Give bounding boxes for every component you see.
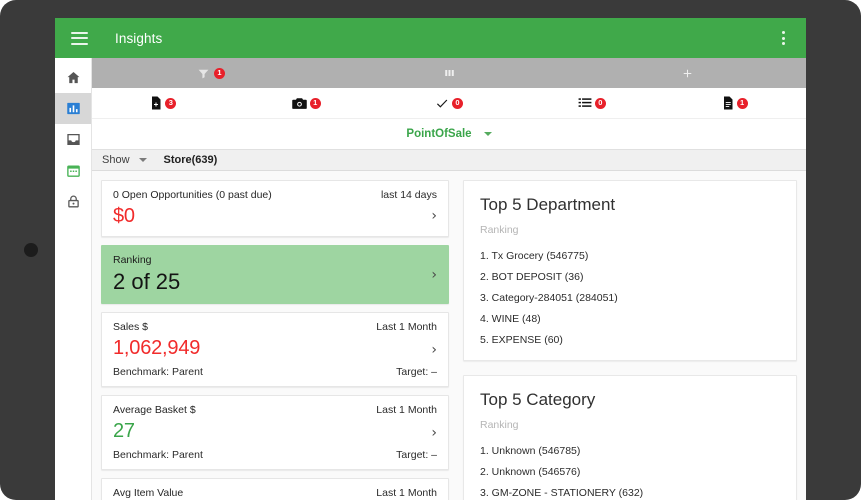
toolbar-add-button[interactable] bbox=[568, 58, 806, 88]
metrics-column: 0 Open Opportunities (0 past due) last 1… bbox=[101, 180, 449, 500]
grey-toolbar: 1 bbox=[92, 58, 806, 88]
list-item: 2. BOT DEPOSIT (36) bbox=[480, 271, 584, 283]
nav-item-lock[interactable] bbox=[55, 186, 91, 217]
camera-button[interactable]: 1 bbox=[235, 88, 378, 118]
top5-subtitle: Ranking bbox=[480, 419, 519, 431]
document-add-icon bbox=[152, 96, 161, 110]
nav-item-insights[interactable] bbox=[55, 93, 91, 124]
point-of-sale-label[interactable]: PointOfSale bbox=[406, 128, 471, 140]
hamburger-menu-icon[interactable] bbox=[71, 31, 88, 45]
card-title: Sales $ bbox=[113, 321, 149, 333]
card-title: 0 Open Opportunities (0 past due) bbox=[113, 189, 272, 201]
white-toolbar: 3 1 0 0 1 bbox=[92, 88, 806, 119]
filter-bar: Show Store(639) bbox=[92, 149, 806, 171]
card-period: Last 1 Month bbox=[376, 487, 437, 499]
calendar-icon bbox=[66, 165, 80, 177]
list-badge: 0 bbox=[594, 97, 606, 109]
card-value: $0 bbox=[113, 205, 135, 227]
list-item: 5. EXPENSE (60) bbox=[480, 334, 563, 346]
list-item: 3. GM-ZONE - STATIONERY (632) bbox=[480, 487, 644, 499]
top5-list: 1. Tx Grocery (546775) 2. BOT DEPOSIT (3… bbox=[480, 250, 780, 346]
doc-add-button[interactable]: 3 bbox=[92, 88, 235, 118]
card-benchmark: Benchmark: Parent bbox=[113, 449, 203, 461]
card-value: 1,062,949 bbox=[113, 337, 201, 359]
plus-icon bbox=[683, 69, 691, 77]
chevron-right-icon[interactable]: › bbox=[431, 426, 437, 440]
home-icon bbox=[67, 72, 79, 84]
top5-category-card: Top 5 Category Ranking 1. Unknown (54678… bbox=[463, 375, 797, 500]
list-item: 1. Unknown (546785) bbox=[480, 445, 581, 457]
card-target: Target: – bbox=[396, 366, 437, 378]
nav-item-home[interactable] bbox=[55, 62, 91, 93]
check-badge: 0 bbox=[451, 97, 463, 109]
top5-title: Top 5 Category bbox=[480, 390, 596, 409]
filter-icon bbox=[198, 69, 209, 78]
top5-title: Top 5 Department bbox=[480, 195, 616, 214]
lock-icon bbox=[67, 195, 79, 208]
card-average-basket[interactable]: Average Basket $ Last 1 Month 27 Benchma… bbox=[101, 395, 449, 470]
card-sales[interactable]: Sales $ Last 1 Month 1,062,949 Benchmark… bbox=[101, 312, 449, 387]
document-button[interactable]: 1 bbox=[663, 88, 806, 118]
chevron-down-icon[interactable] bbox=[483, 132, 492, 136]
card-open-opportunities[interactable]: 0 Open Opportunities (0 past due) last 1… bbox=[101, 180, 449, 237]
list-button[interactable]: 0 bbox=[520, 88, 663, 118]
card-target: Target: – bbox=[396, 449, 437, 461]
bar-chart-icon bbox=[66, 102, 80, 115]
panes: 0 Open Opportunities (0 past due) last 1… bbox=[92, 171, 806, 500]
card-avg-item-value[interactable]: Avg Item Value Last 1 Month bbox=[101, 478, 449, 500]
card-period: Last 1 Month bbox=[376, 404, 437, 416]
nav-item-calendar[interactable] bbox=[55, 155, 91, 186]
top5-subtitle: Ranking bbox=[480, 224, 519, 236]
columns-icon bbox=[444, 70, 454, 76]
card-value: 2 of 25 bbox=[113, 269, 181, 294]
document-icon bbox=[723, 96, 733, 110]
list-item: 3. Category-284051 (284051) bbox=[480, 292, 618, 304]
check-button[interactable]: 0 bbox=[378, 88, 521, 118]
top5-column: Top 5 Department Ranking 1. Tx Grocery (… bbox=[463, 180, 797, 500]
toolbar-columns-button[interactable] bbox=[330, 58, 568, 88]
chevron-right-icon[interactable]: › bbox=[431, 343, 437, 357]
list-item: 4. WINE (48) bbox=[480, 313, 541, 325]
card-title: Average Basket $ bbox=[113, 404, 196, 416]
chevron-right-icon[interactable]: › bbox=[431, 268, 437, 282]
top5-department-card: Top 5 Department Ranking 1. Tx Grocery (… bbox=[463, 180, 797, 361]
doc-add-badge: 3 bbox=[165, 97, 177, 109]
tablet-device-frame: Insights 1 3 1 0 0 1 PointOfSale Show St… bbox=[0, 0, 861, 500]
device-camera bbox=[24, 243, 38, 257]
point-of-sale-selector[interactable]: PointOfSale bbox=[92, 119, 806, 149]
camera-badge: 1 bbox=[309, 97, 321, 109]
card-ranking[interactable]: Ranking 2 of 25 › bbox=[101, 245, 449, 304]
inbox-icon bbox=[66, 133, 80, 146]
store-label: Store(639) bbox=[163, 154, 218, 166]
app-title: Insights bbox=[115, 30, 163, 46]
list-item: 1. Tx Grocery (546775) bbox=[480, 250, 589, 262]
top5-list: 1. Unknown (546785) 2. Unknown (546576) … bbox=[480, 445, 780, 499]
toolbar-filter-button[interactable]: 1 bbox=[92, 58, 330, 88]
card-title: Avg Item Value bbox=[113, 487, 184, 499]
content-area: 1 3 1 0 0 1 PointOfSale Show Store(639) … bbox=[92, 58, 806, 500]
check-icon bbox=[436, 99, 448, 108]
nav-item-inbox[interactable] bbox=[55, 124, 91, 155]
camera-icon bbox=[291, 97, 307, 109]
list-item: 2. Unknown (546576) bbox=[480, 466, 581, 478]
card-period: last 14 days bbox=[380, 189, 437, 201]
nav-rail bbox=[55, 58, 92, 500]
screen-body: 1 3 1 0 0 1 PointOfSale Show Store(639) … bbox=[55, 58, 806, 500]
card-title: Ranking bbox=[113, 254, 152, 266]
card-period: Last 1 Month bbox=[376, 321, 437, 333]
chevron-right-icon[interactable]: › bbox=[431, 209, 437, 223]
show-dropdown-label[interactable]: Show bbox=[102, 154, 130, 166]
list-icon bbox=[578, 98, 592, 107]
more-vertical-icon[interactable] bbox=[774, 28, 792, 48]
document-badge: 1 bbox=[736, 97, 748, 109]
app-bar: Insights bbox=[55, 18, 806, 58]
app-screen: Insights 1 3 1 0 0 1 PointOfSale Show St… bbox=[55, 18, 806, 500]
card-benchmark: Benchmark: Parent bbox=[113, 366, 203, 378]
card-value: 27 bbox=[113, 420, 135, 442]
filter-badge: 1 bbox=[214, 67, 225, 79]
show-chevron-down-icon[interactable] bbox=[138, 158, 147, 162]
